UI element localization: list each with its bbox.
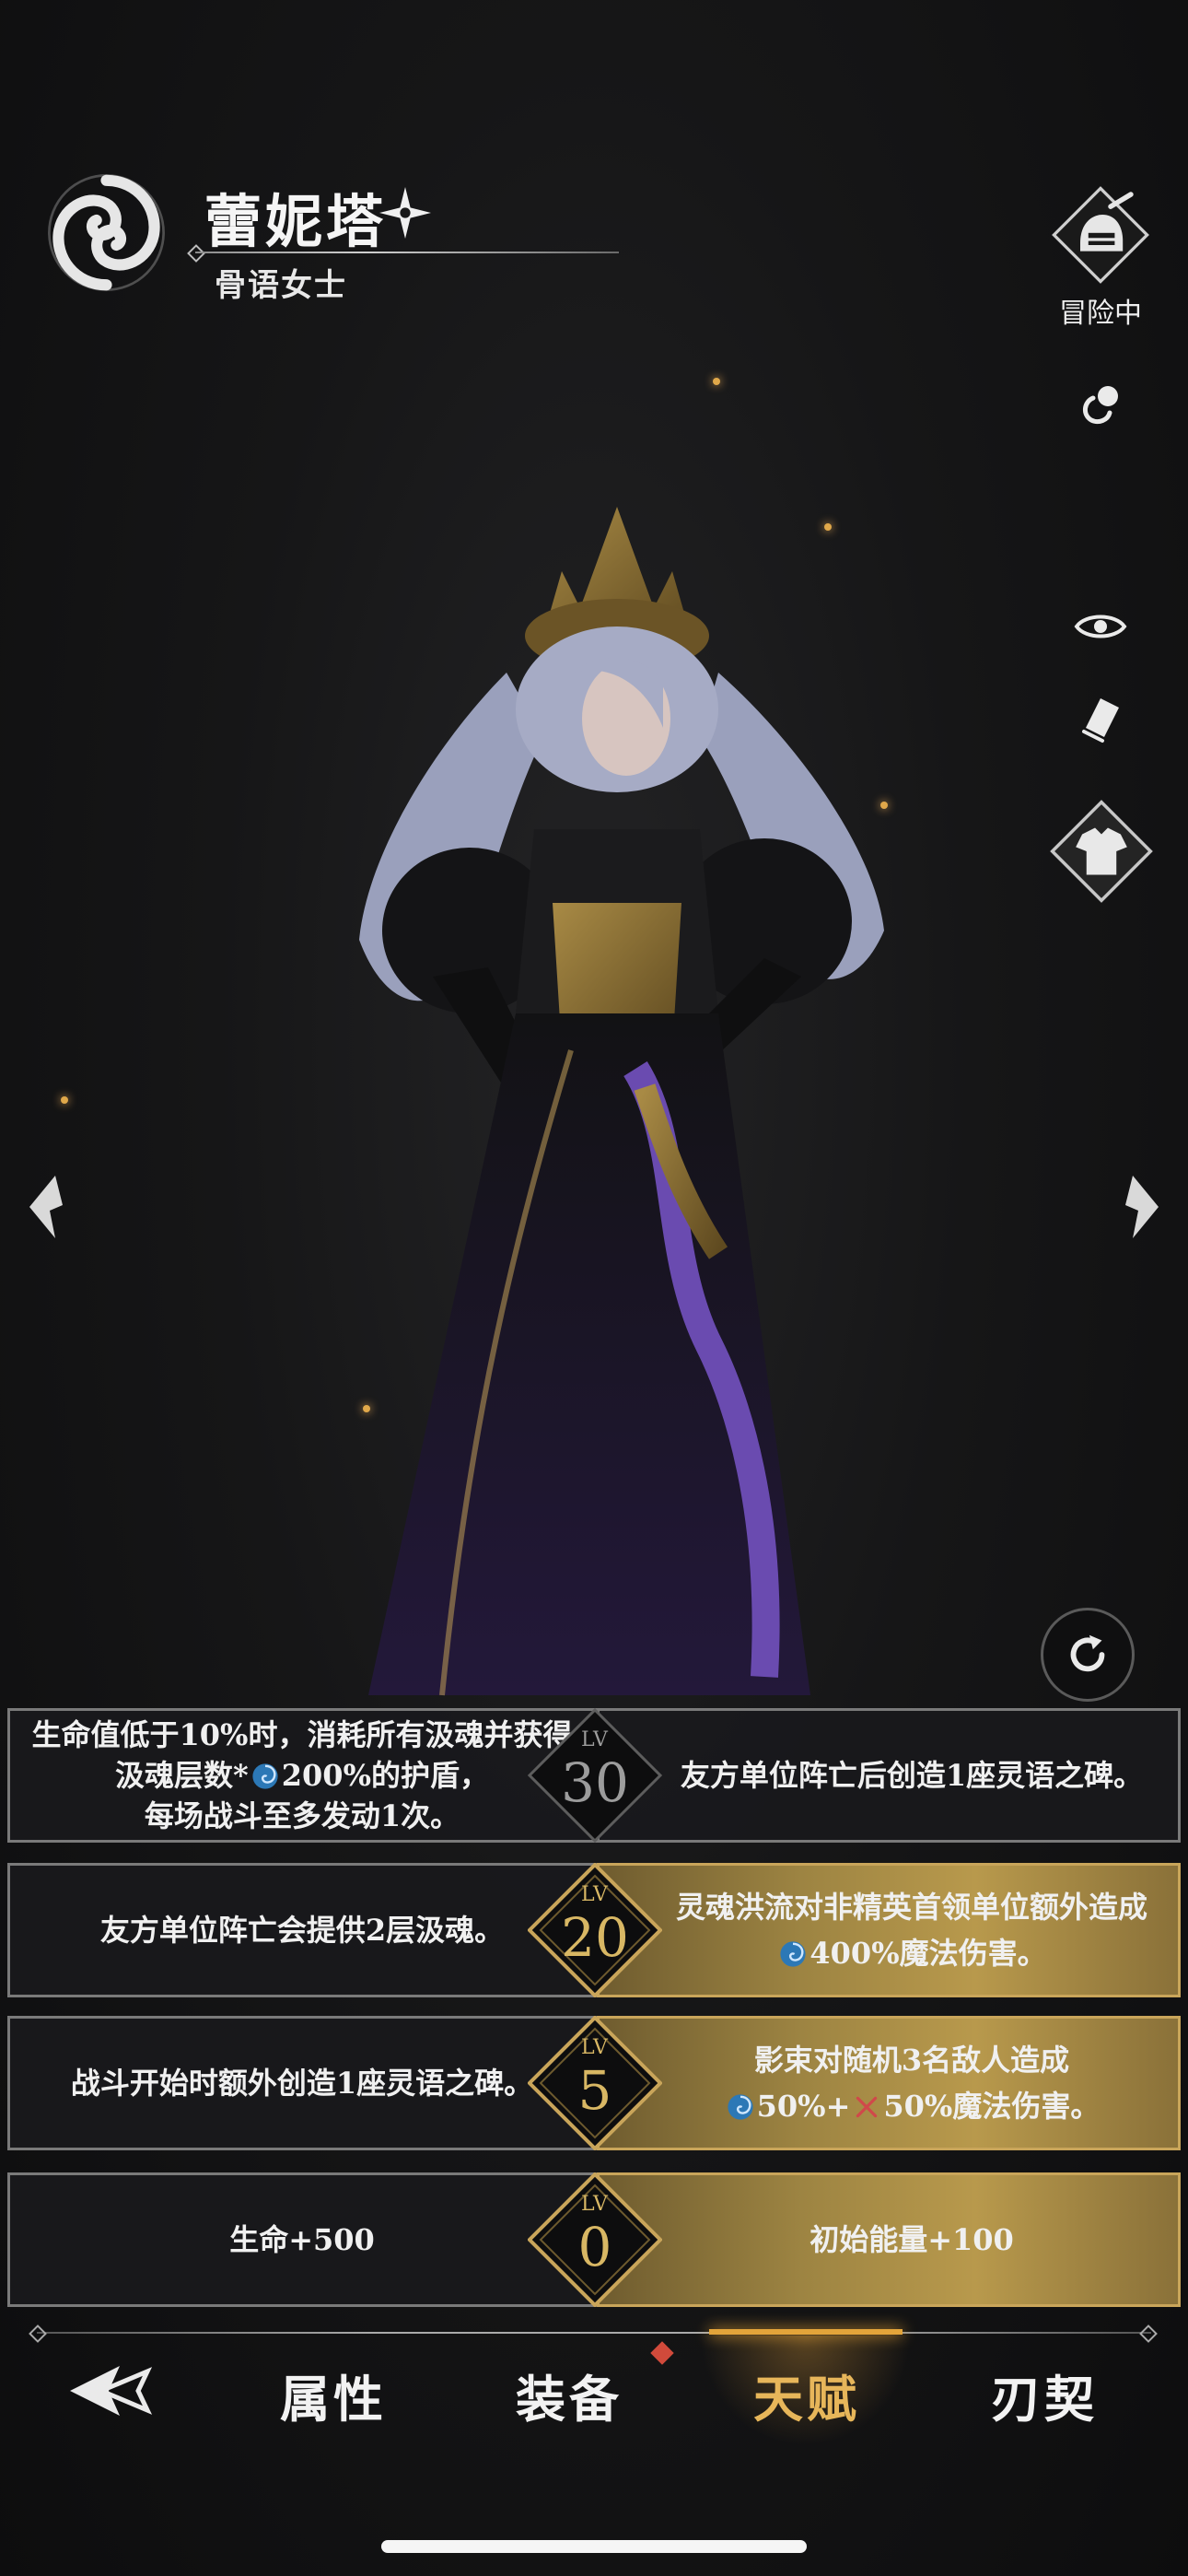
nav-divider xyxy=(37,2332,1151,2334)
talent-left-text: 生命+500 xyxy=(229,2222,375,2257)
talent-left-option[interactable]: 生命值低于10%时，消耗所有汲魂并获得汲魂层数* 200%的护盾， 每场战斗至多发… xyxy=(7,1708,597,1843)
adventure-status-label: 冒险中 xyxy=(1059,298,1142,330)
active-tab-indicator xyxy=(709,2329,903,2335)
voice-icon xyxy=(1083,386,1118,425)
talent-right-option-selected[interactable]: 灵魂洪流对非精英首领单位额外造成 400%魔法伤害。 xyxy=(597,1863,1181,1997)
talent-row-lv30[interactable]: 生命值低于10%时，消耗所有汲魂并获得汲魂层数* 200%的护盾， 每场战斗至多发… xyxy=(7,1708,1181,1843)
prev-character-arrow-icon[interactable] xyxy=(18,1170,74,1244)
talent-right-option[interactable]: 友方单位阵亡后创造1座灵语之碑。 xyxy=(597,1708,1181,1843)
voice-button[interactable] xyxy=(1068,373,1133,438)
talent-right-option-selected[interactable]: 初始能量+100 xyxy=(597,2172,1181,2307)
home-indicator[interactable] xyxy=(381,2540,807,2553)
talent-row-lv0[interactable]: 生命+500 初始能量+100 LV 0 xyxy=(7,2172,1181,2307)
level-number: 5 xyxy=(577,2059,612,2122)
next-character-arrow-icon[interactable] xyxy=(1114,1170,1170,1244)
tab-blade-pact[interactable]: 刃契 xyxy=(961,2359,1127,2431)
level-number: 20 xyxy=(561,1906,629,1969)
character-model xyxy=(359,507,884,1696)
back-arrow-icon[interactable] xyxy=(64,2359,157,2423)
level-number: 30 xyxy=(561,1751,629,1814)
talent-right-text: 灵魂洪流对非精英首领单位额外造成 xyxy=(675,1890,1147,1925)
talent-left-value: 200%的护盾， xyxy=(281,1758,489,1793)
level-number: 0 xyxy=(577,2216,612,2278)
outfit-shirt-icon[interactable] xyxy=(1048,798,1155,905)
talent-right-value: 400%魔法伤害。 xyxy=(809,1936,1047,1971)
character-title: 骨语女士 xyxy=(215,267,347,304)
tab-equipment[interactable]: 装备 xyxy=(486,2359,652,2431)
talent-row-lv5[interactable]: 战斗开始时额外创造1座灵语之碑。 影束对随机3名敌人造成 50%+ 50%魔法伤害… xyxy=(7,2016,1181,2150)
talent-left-option[interactable]: 生命+500 xyxy=(7,2172,597,2307)
character-name: 蕾妮塔 xyxy=(204,188,388,255)
rotate-icon xyxy=(1070,1634,1105,1672)
nav-divider-ornament xyxy=(1139,2324,1158,2343)
level-tag: LV xyxy=(581,2193,609,2216)
ember-particle xyxy=(61,1096,68,1104)
talent-row-lv20[interactable]: 友方单位阵亡会提供2层汲魂。 灵魂洪流对非精英首领单位额外造成 400%魔法伤害。… xyxy=(7,1863,1181,1997)
talent-left-text: 战斗开始时额外创造1座灵语之碑。 xyxy=(70,2066,534,2101)
story-book-button[interactable] xyxy=(1068,686,1133,751)
eye-icon xyxy=(1074,615,1127,638)
faction-swirl-icon xyxy=(48,174,165,291)
divider-ornament xyxy=(187,244,205,263)
crossed-swords-icon xyxy=(856,2096,878,2118)
talent-left-option[interactable]: 友方单位阵亡会提供2层汲魂。 xyxy=(7,1863,597,1997)
level-tag: LV xyxy=(581,1883,609,1906)
name-divider xyxy=(195,252,619,253)
level-tag: LV xyxy=(581,1728,609,1751)
notification-badge xyxy=(650,2341,674,2365)
view-toggle-button[interactable] xyxy=(1068,594,1133,659)
rarity-star-icon xyxy=(379,187,431,239)
talent-right-text: 友方单位阵亡后创造1座灵语之碑。 xyxy=(680,1758,1144,1793)
talent-right-value-a: 50%+ xyxy=(756,2089,851,2124)
rotate-model-button[interactable] xyxy=(1041,1608,1135,1702)
soul-swirl-icon xyxy=(728,2094,753,2120)
talent-left-text-2: 每场战斗至多发动1次。 xyxy=(144,1798,460,1833)
talent-left-text: 友方单位阵亡会提供2层汲魂。 xyxy=(99,1913,505,1948)
talent-left-option[interactable]: 战斗开始时额外创造1座灵语之碑。 xyxy=(7,2016,597,2150)
talent-right-text: 初始能量+100 xyxy=(809,2222,1014,2257)
nav-divider-ornament xyxy=(29,2324,47,2343)
adventure-helmet-icon[interactable] xyxy=(1050,184,1151,286)
book-icon xyxy=(1082,698,1119,743)
talent-right-value-b: 50%魔法伤害。 xyxy=(883,2089,1101,2124)
soul-swirl-icon xyxy=(252,1763,278,1789)
tab-attributes[interactable]: 属性 xyxy=(250,2359,416,2431)
ember-particle xyxy=(713,378,720,385)
talent-right-option-selected[interactable]: 影束对随机3名敌人造成 50%+ 50%魔法伤害。 xyxy=(597,2016,1181,2150)
tab-talent[interactable]: 天赋 xyxy=(724,2359,890,2431)
level-tag: LV xyxy=(581,2036,609,2059)
soul-swirl-icon xyxy=(780,1941,806,1967)
talent-right-text: 影束对随机3名敌人造成 xyxy=(753,2043,1070,2078)
